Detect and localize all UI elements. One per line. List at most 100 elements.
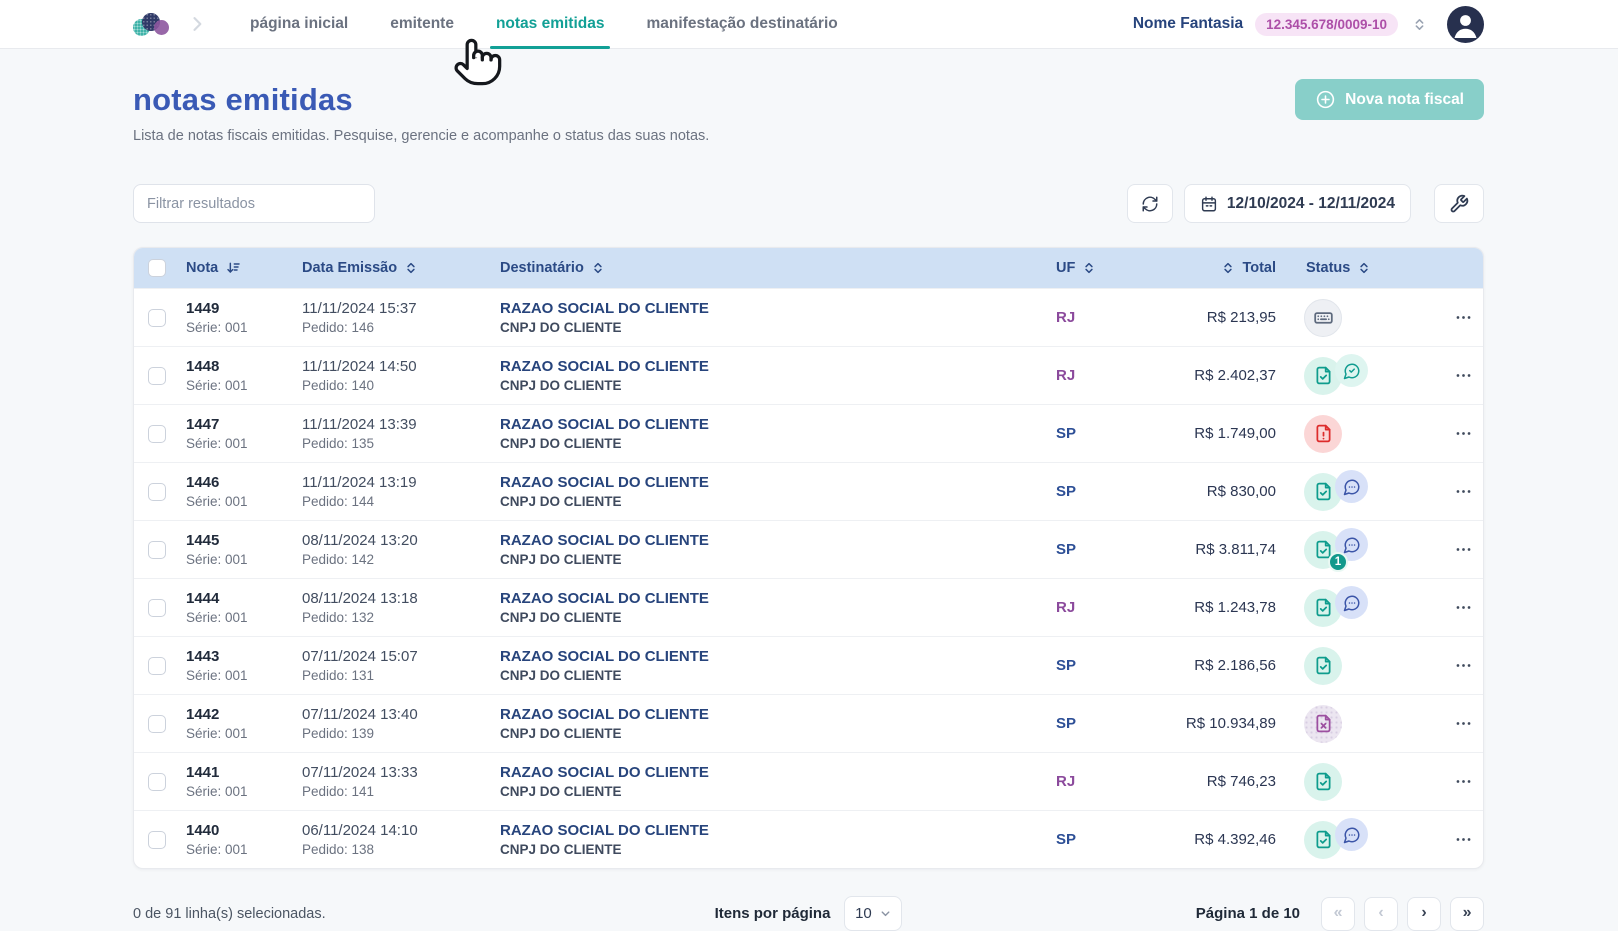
recipient-name[interactable]: RAZAO SOCIAL DO CLIENTE <box>500 300 1056 317</box>
last-page-button[interactable]: » <box>1450 896 1485 931</box>
select-all-checkbox[interactable] <box>148 259 166 277</box>
nav-item-notas-emitidas[interactable]: notas emitidas <box>484 0 617 49</box>
user-avatar[interactable] <box>1447 5 1484 43</box>
ellipsis-icon <box>1456 780 1471 783</box>
row-checkbox[interactable] <box>148 308 166 327</box>
row-checkbox[interactable] <box>148 366 166 385</box>
recipient-name[interactable]: RAZAO SOCIAL DO CLIENTE <box>500 648 1056 665</box>
total-value: R$ 746,23 <box>1206 773 1276 790</box>
row-actions-button[interactable] <box>1442 830 1483 849</box>
table-row: 1440 Série: 001 06/11/2024 14:10 Pedido:… <box>134 810 1483 868</box>
recipient-name[interactable]: RAZAO SOCIAL DO CLIENTE <box>500 358 1056 375</box>
row-checkbox[interactable] <box>148 830 166 849</box>
sort-updown-icon <box>404 261 418 275</box>
column-header-nota[interactable]: Nota <box>186 260 302 276</box>
row-actions-button[interactable] <box>1442 714 1483 733</box>
row-checkbox[interactable] <box>148 772 166 791</box>
column-header-data-emissao[interactable]: Data Emissão <box>302 260 500 276</box>
row-actions-button[interactable] <box>1442 366 1483 385</box>
table-row: 1444 Série: 001 08/11/2024 13:18 Pedido:… <box>134 578 1483 636</box>
items-per-page-select[interactable]: 10 <box>844 896 903 931</box>
refresh-icon <box>1141 195 1159 213</box>
row-actions-button[interactable] <box>1442 424 1483 443</box>
items-per-page-label: Itens por página <box>714 905 831 922</box>
document-x-icon[interactable] <box>1304 704 1342 743</box>
total-value: R$ 4.392,46 <box>1194 831 1276 848</box>
nav-item-emitente[interactable]: emitente <box>378 0 466 49</box>
column-header-total[interactable]: Total <box>1182 260 1296 276</box>
column-header-uf[interactable]: UF <box>1056 260 1182 276</box>
recipient-name[interactable]: RAZAO SOCIAL DO CLIENTE <box>500 532 1056 549</box>
nav-item-página-inicial[interactable]: página inicial <box>238 0 360 49</box>
first-page-button[interactable]: « <box>1321 896 1356 931</box>
table-row: 1445 Série: 001 08/11/2024 13:20 Pedido:… <box>134 520 1483 578</box>
row-checkbox[interactable] <box>148 482 166 501</box>
row-actions-button[interactable] <box>1442 598 1483 617</box>
invoice-number: 1441 <box>186 764 220 781</box>
message-dots-icon[interactable] <box>1335 818 1368 851</box>
message-dots-icon[interactable] <box>1335 470 1368 503</box>
row-actions-button[interactable] <box>1442 772 1483 791</box>
keyboard-icon[interactable] <box>1304 298 1342 337</box>
new-invoice-button[interactable]: Nova nota fiscal <box>1295 79 1484 120</box>
uf-value: SP <box>1056 715 1077 732</box>
document-check-icon[interactable] <box>1304 646 1342 685</box>
ellipsis-icon <box>1456 722 1471 725</box>
row-checkbox[interactable] <box>148 598 166 617</box>
next-page-button[interactable]: › <box>1407 896 1442 931</box>
recipient-cnpj: CNPJ DO CLIENTE <box>500 784 622 799</box>
table-row: 1441 Série: 001 07/11/2024 13:33 Pedido:… <box>134 752 1483 810</box>
date-range-button[interactable]: 12/10/2024 - 12/11/2024 <box>1183 184 1411 223</box>
app-logo[interactable] <box>133 10 169 38</box>
row-actions-button[interactable] <box>1442 308 1483 327</box>
column-header-destinatario[interactable]: Destinatário <box>500 260 1056 276</box>
message-dots-icon[interactable] <box>1335 586 1368 619</box>
new-invoice-label: Nova nota fiscal <box>1345 90 1464 108</box>
row-checkbox[interactable] <box>148 656 166 675</box>
recipient-name[interactable]: RAZAO SOCIAL DO CLIENTE <box>500 706 1056 723</box>
row-checkbox[interactable] <box>148 714 166 733</box>
status-icons <box>1304 414 1442 453</box>
row-checkbox[interactable] <box>148 540 166 559</box>
recipient-name[interactable]: RAZAO SOCIAL DO CLIENTE <box>500 416 1056 433</box>
breadcrumb-chevron-icon <box>187 14 207 34</box>
issue-date: 11/11/2024 13:39 <box>302 416 417 433</box>
invoice-number: 1445 <box>186 532 220 549</box>
row-actions-button[interactable] <box>1442 540 1483 559</box>
recipient-name[interactable]: RAZAO SOCIAL DO CLIENTE <box>500 474 1056 491</box>
refresh-button[interactable] <box>1126 184 1173 223</box>
table-row: 1442 Série: 001 07/11/2024 13:40 Pedido:… <box>134 694 1483 752</box>
issue-date: 07/11/2024 13:40 <box>302 706 418 723</box>
recipient-name[interactable]: RAZAO SOCIAL DO CLIENTE <box>500 590 1056 607</box>
settings-button[interactable] <box>1434 184 1484 223</box>
calendar-icon <box>1200 195 1218 213</box>
circle-plus-icon <box>1315 89 1336 110</box>
uf-value: RJ <box>1056 367 1076 384</box>
row-actions-button[interactable] <box>1442 656 1483 675</box>
table-footer: 0 de 91 linha(s) selecionadas. Itens por… <box>133 896 1485 931</box>
total-value: R$ 10.934,89 <box>1185 715 1276 732</box>
message-check-icon[interactable] <box>1335 354 1368 387</box>
filter-input[interactable] <box>133 184 375 223</box>
nav-item-manifestação-destinatário[interactable]: manifestação destinatário <box>634 0 849 49</box>
row-actions-button[interactable] <box>1442 482 1483 501</box>
previous-page-button[interactable]: ‹ <box>1364 896 1399 931</box>
recipient-cnpj: CNPJ DO CLIENTE <box>500 726 622 741</box>
company-switcher-icon[interactable] <box>1410 15 1429 34</box>
document-alert-icon[interactable] <box>1304 414 1342 453</box>
row-checkbox[interactable] <box>148 424 166 443</box>
order-number: Pedido: 135 <box>302 436 375 451</box>
table-row: 1447 Série: 001 11/11/2024 13:39 Pedido:… <box>134 404 1483 462</box>
recipient-name[interactable]: RAZAO SOCIAL DO CLIENTE <box>500 764 1056 781</box>
recipient-cnpj: CNPJ DO CLIENTE <box>500 552 622 567</box>
order-number: Pedido: 142 <box>302 552 375 567</box>
document-check-icon[interactable] <box>1304 762 1342 801</box>
ellipsis-icon <box>1456 316 1471 319</box>
order-number: Pedido: 146 <box>302 320 375 335</box>
recipient-name[interactable]: RAZAO SOCIAL DO CLIENTE <box>500 822 1056 839</box>
issue-date: 08/11/2024 13:18 <box>302 590 418 607</box>
order-number: Pedido: 131 <box>302 668 375 683</box>
column-header-status[interactable]: Status <box>1296 260 1442 276</box>
table-body: 1449 Série: 001 11/11/2024 15:37 Pedido:… <box>134 288 1483 868</box>
tools-icon <box>1449 194 1469 214</box>
